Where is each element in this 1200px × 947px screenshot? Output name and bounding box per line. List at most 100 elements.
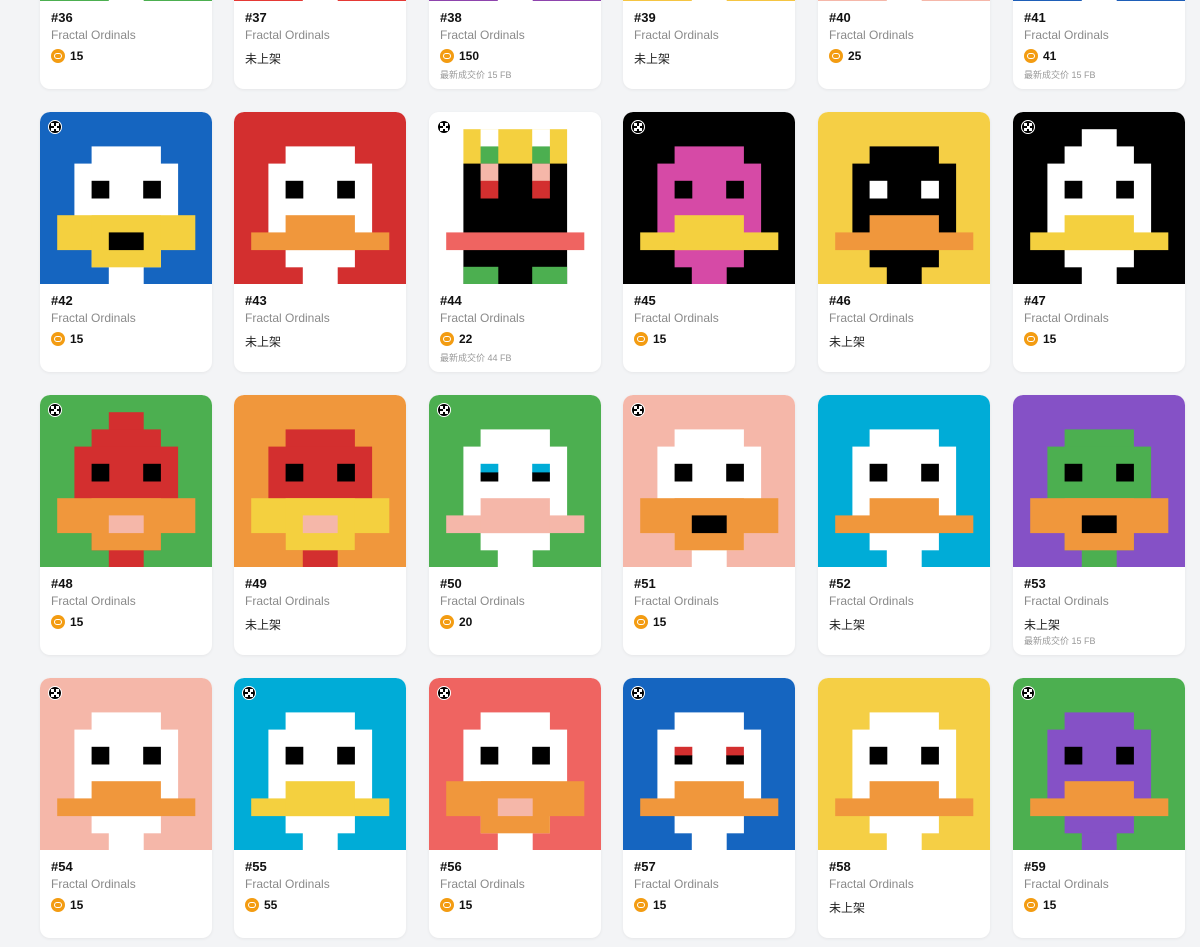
price-value: 150 — [459, 49, 480, 63]
nft-card[interactable]: #38 Fractal Ordinals 150 最新成交价 15 FB — [429, 0, 601, 89]
nft-grid: #36 Fractal Ordinals 15 #37 Fractal Ordinals… — [0, 0, 1200, 947]
nft-card[interactable]: #56 Fractal Ordinals 15 — [429, 678, 601, 938]
nft-info: #58 Fractal Ordinals 未上架 — [818, 850, 990, 938]
collection-name: Fractal Ordinals — [1024, 28, 1109, 42]
nft-image[interactable] — [40, 112, 212, 284]
nft-info: #42 Fractal Ordinals 15 — [40, 284, 212, 372]
collection-name: Fractal Ordinals — [829, 28, 914, 42]
collection-name: Fractal Ordinals — [440, 28, 525, 42]
nft-card[interactable]: #50 Fractal Ordinals 20 — [429, 395, 601, 655]
checker-badge-icon — [631, 120, 645, 134]
collection-name: Fractal Ordinals — [245, 311, 330, 325]
nft-image[interactable] — [818, 395, 990, 567]
collection-name: Fractal Ordinals — [440, 877, 525, 891]
price-row: 15 — [51, 48, 83, 64]
nft-card[interactable]: #43 Fractal Ordinals 未上架 — [234, 112, 406, 372]
nft-image[interactable] — [1013, 395, 1185, 567]
unlisted-label: 未上架 — [829, 901, 866, 915]
checker-badge-icon — [437, 686, 451, 700]
nft-info: #51 Fractal Ordinals 15 — [623, 567, 795, 655]
nft-card[interactable]: #47 Fractal Ordinals 15 — [1013, 112, 1185, 372]
nft-image[interactable] — [40, 395, 212, 567]
checker-badge-icon — [631, 686, 645, 700]
collection-name: Fractal Ordinals — [51, 311, 136, 325]
nft-image[interactable] — [818, 678, 990, 850]
nft-number: #41 — [1024, 10, 1046, 25]
nft-card[interactable]: #36 Fractal Ordinals 15 — [40, 0, 212, 89]
nft-image[interactable] — [1013, 112, 1185, 284]
nft-card[interactable]: #59 Fractal Ordinals 15 — [1013, 678, 1185, 938]
checker-badge-icon — [1021, 686, 1035, 700]
nft-number: #59 — [1024, 859, 1046, 874]
price-row: 15 — [634, 897, 666, 913]
pixel-duck-art — [818, 678, 990, 850]
nft-image[interactable] — [623, 678, 795, 850]
nft-number: #43 — [245, 293, 267, 308]
collection-name: Fractal Ordinals — [245, 877, 330, 891]
unlisted-label: 未上架 — [829, 618, 866, 632]
collection-name: Fractal Ordinals — [1024, 311, 1109, 325]
nft-card[interactable]: #54 Fractal Ordinals 15 — [40, 678, 212, 938]
fb-coin-icon — [1024, 332, 1038, 346]
price-value: 15 — [653, 615, 667, 629]
nft-card[interactable]: #39 Fractal Ordinals 未上架 — [623, 0, 795, 89]
fb-coin-icon — [440, 332, 454, 346]
collection-name: Fractal Ordinals — [634, 594, 719, 608]
nft-image[interactable] — [623, 395, 795, 567]
collection-name: Fractal Ordinals — [440, 594, 525, 608]
nft-image[interactable] — [234, 112, 406, 284]
nft-card[interactable]: #42 Fractal Ordinals 15 — [40, 112, 212, 372]
collection-name: Fractal Ordinals — [634, 311, 719, 325]
nft-image[interactable] — [429, 112, 601, 284]
pixel-duck-art — [1013, 112, 1185, 284]
nft-image[interactable] — [429, 678, 601, 850]
nft-info: #49 Fractal Ordinals 未上架 — [234, 567, 406, 655]
collection-name: Fractal Ordinals — [634, 28, 719, 42]
nft-card[interactable]: #52 Fractal Ordinals 未上架 — [818, 395, 990, 655]
price-row: 15 — [634, 614, 666, 630]
nft-image[interactable] — [1013, 678, 1185, 850]
nft-card[interactable]: #57 Fractal Ordinals 15 — [623, 678, 795, 938]
nft-number: #42 — [51, 293, 73, 308]
nft-number: #40 — [829, 10, 851, 25]
nft-number: #36 — [51, 10, 73, 25]
nft-card[interactable]: #45 Fractal Ordinals 15 — [623, 112, 795, 372]
nft-image[interactable] — [234, 395, 406, 567]
pixel-duck-art — [623, 678, 795, 850]
nft-card[interactable]: #53 Fractal Ordinals 未上架 最新成交价 15 FB — [1013, 395, 1185, 655]
unlisted-label: 未上架 — [634, 52, 671, 66]
nft-number: #39 — [634, 10, 656, 25]
nft-info: #46 Fractal Ordinals 未上架 — [818, 284, 990, 372]
nft-card[interactable]: #44 Fractal Ordinals 22 最新成交价 44 FB — [429, 112, 601, 372]
fb-coin-icon — [51, 615, 65, 629]
nft-card[interactable]: #55 Fractal Ordinals 55 — [234, 678, 406, 938]
nft-card[interactable]: #46 Fractal Ordinals 未上架 — [818, 112, 990, 372]
unlisted-label: 未上架 — [245, 52, 282, 66]
nft-info: #48 Fractal Ordinals 15 — [40, 567, 212, 655]
nft-number: #46 — [829, 293, 851, 308]
nft-info: #39 Fractal Ordinals 未上架 — [623, 1, 795, 89]
nft-card[interactable]: #37 Fractal Ordinals 未上架 — [234, 0, 406, 89]
nft-card[interactable]: #49 Fractal Ordinals 未上架 — [234, 395, 406, 655]
nft-card[interactable]: #58 Fractal Ordinals 未上架 — [818, 678, 990, 938]
unlisted-label: 未上架 — [829, 335, 866, 349]
checker-badge-icon — [242, 686, 256, 700]
nft-image[interactable] — [429, 395, 601, 567]
nft-number: #52 — [829, 576, 851, 591]
collection-name: Fractal Ordinals — [1024, 594, 1109, 608]
nft-number: #48 — [51, 576, 73, 591]
nft-info: #55 Fractal Ordinals 55 — [234, 850, 406, 938]
price-value: 15 — [459, 898, 473, 912]
nft-info: #47 Fractal Ordinals 15 — [1013, 284, 1185, 372]
nft-image[interactable] — [40, 678, 212, 850]
nft-image[interactable] — [623, 112, 795, 284]
nft-image[interactable] — [818, 112, 990, 284]
price-row: 20 — [440, 614, 472, 630]
nft-card[interactable]: #51 Fractal Ordinals 15 — [623, 395, 795, 655]
nft-card[interactable]: #41 Fractal Ordinals 41 最新成交价 15 FB — [1013, 0, 1185, 89]
nft-card[interactable]: #48 Fractal Ordinals 15 — [40, 395, 212, 655]
price-value: 55 — [264, 898, 278, 912]
nft-image[interactable] — [234, 678, 406, 850]
nft-card[interactable]: #40 Fractal Ordinals 25 — [818, 0, 990, 89]
price-value: 15 — [1043, 898, 1057, 912]
